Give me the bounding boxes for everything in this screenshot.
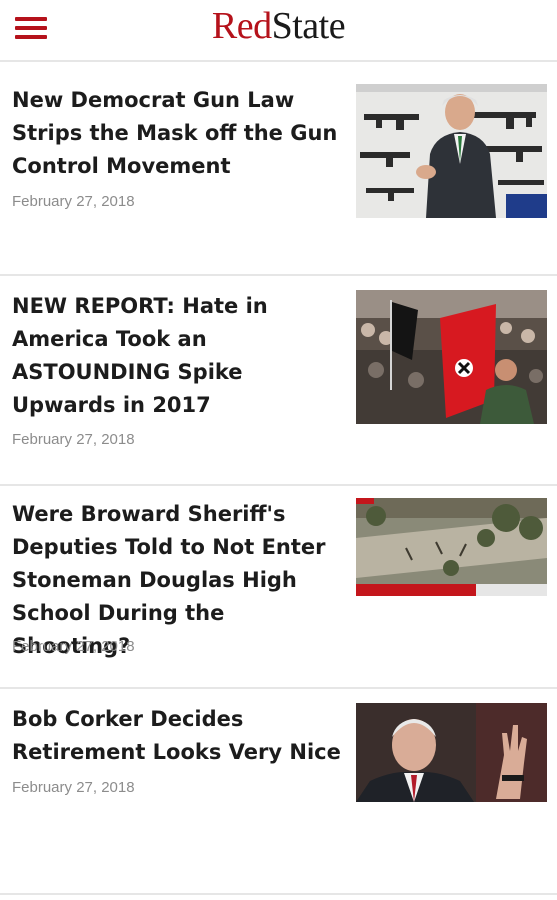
logo-dark-text: State xyxy=(271,5,346,47)
article-headline[interactable]: NEW REPORT: Hate in America Took an ASTO… xyxy=(12,290,342,422)
article-item[interactable]: Bob Corker Decides Retirement Looks Very… xyxy=(0,689,557,895)
article-item[interactable]: NEW REPORT: Hate in America Took an ASTO… xyxy=(0,276,557,486)
article-date: February 27, 2018 xyxy=(12,193,135,210)
article-thumbnail[interactable] xyxy=(356,498,547,596)
top-header: RedState xyxy=(0,0,557,62)
app-screen: RedState New Democrat Gun Law Strips the… xyxy=(0,0,557,900)
logo-red-text: Red xyxy=(211,5,272,47)
article-headline[interactable]: Bob Corker Decides Retirement Looks Very… xyxy=(12,703,342,769)
article-headline[interactable]: New Democrat Gun Law Strips the Mask off… xyxy=(12,84,342,183)
senator-portrait-image xyxy=(356,703,547,802)
article-date: February 27, 2018 xyxy=(12,431,135,448)
site-logo[interactable]: RedState xyxy=(0,4,557,48)
article-thumbnail[interactable] xyxy=(356,703,547,802)
article-item[interactable]: New Democrat Gun Law Strips the Mask off… xyxy=(0,62,557,276)
article-date: February 27, 2018 xyxy=(12,779,135,796)
article-item[interactable]: Were Broward Sheriff's Deputies Told to … xyxy=(0,486,557,689)
aerial-footage-image xyxy=(356,498,547,596)
gun-display-image xyxy=(356,84,547,218)
article-thumbnail[interactable] xyxy=(356,290,547,424)
rally-crowd-image xyxy=(356,290,547,424)
article-date: February 27, 2018 xyxy=(12,638,135,655)
article-thumbnail[interactable] xyxy=(356,84,547,218)
